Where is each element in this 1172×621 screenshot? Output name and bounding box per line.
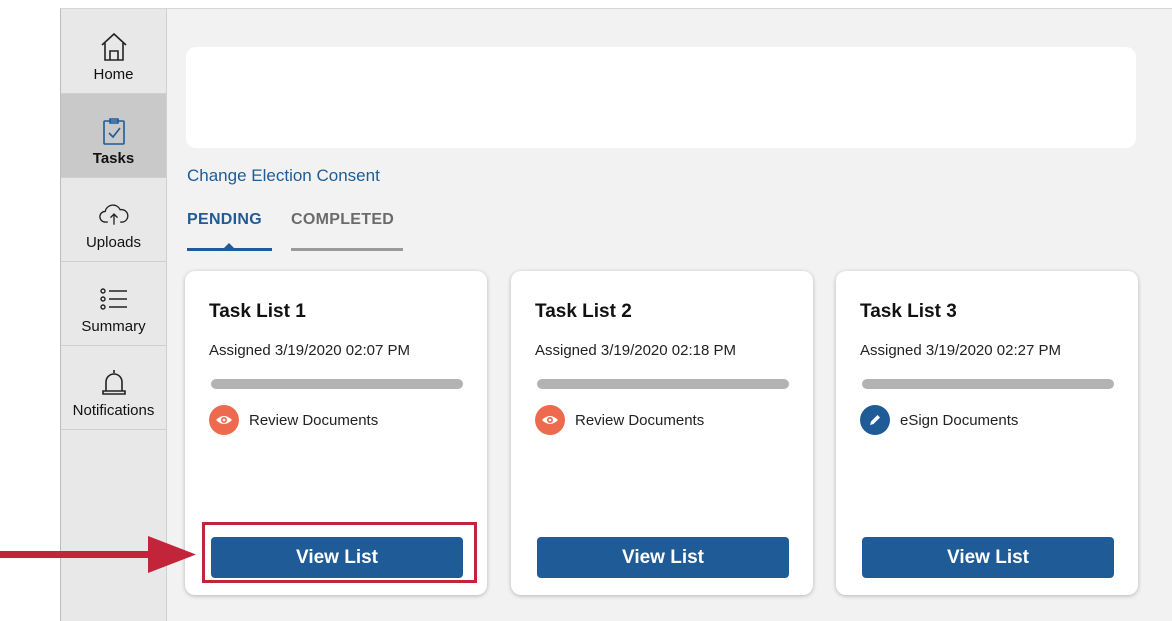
card-title: Task List 2 [535, 301, 632, 322]
progress-bar [862, 379, 1114, 389]
card-title: Task List 1 [209, 301, 306, 322]
active-tab-caret [223, 243, 235, 249]
tab-label: PENDING [187, 211, 262, 228]
sidebar-item-label: Home [93, 66, 134, 83]
eye-icon [535, 405, 565, 435]
progress-bar [211, 379, 463, 389]
task-item: eSign Documents [860, 405, 1018, 435]
tab-label: COMPLETED [291, 211, 395, 228]
sidebar-item-tasks[interactable]: Tasks [61, 94, 166, 178]
card-title: Task List 3 [860, 301, 957, 322]
list-icon [99, 284, 129, 314]
sidebar-item-summary[interactable]: Summary [61, 262, 166, 346]
pointer-arrow-icon [0, 536, 196, 573]
eye-icon [209, 405, 239, 435]
tab-pending[interactable]: PENDING [187, 211, 272, 251]
task-label: Review Documents [249, 411, 379, 429]
task-label: eSign Documents [900, 411, 1019, 429]
sidebar-item-label: Uploads [85, 234, 142, 251]
task-label: Review Documents [575, 411, 705, 429]
sidebar-item-uploads[interactable]: Uploads [61, 178, 166, 262]
sidebar-item-label: Summary [81, 318, 146, 335]
task-item: Review Documents [209, 405, 378, 435]
card-assigned-date: Assigned 3/19/2020 02:27 PM [860, 342, 1061, 359]
card-assigned-date: Assigned 3/19/2020 02:18 PM [535, 342, 736, 359]
pencil-icon [860, 405, 890, 435]
change-election-consent-link[interactable]: Change Election Consent [187, 166, 380, 186]
home-icon [99, 32, 129, 62]
banner-panel [186, 47, 1136, 148]
bell-icon [99, 368, 129, 398]
card-assigned-date: Assigned 3/19/2020 02:07 PM [209, 342, 410, 359]
view-list-button[interactable]: View List [537, 537, 789, 578]
sidebar-item-label: Tasks [92, 150, 135, 167]
sidebar-item-home[interactable]: Home [61, 9, 166, 94]
progress-bar [537, 379, 789, 389]
task-list-card: Task List 3 Assigned 3/19/2020 02:27 PM … [836, 271, 1138, 595]
task-list-card: Task List 2 Assigned 3/19/2020 02:18 PM … [511, 271, 813, 595]
cloud-upload-icon [98, 200, 129, 230]
sidebar-item-notifications[interactable]: Notifications [61, 346, 166, 430]
task-item: Review Documents [535, 405, 704, 435]
sidebar-item-label: Notifications [72, 402, 155, 419]
view-list-button[interactable]: View List [862, 537, 1114, 578]
tab-completed[interactable]: COMPLETED [291, 211, 403, 251]
sidebar: Home Tasks Uploads Summary Notifications [61, 9, 167, 621]
highlight-box [202, 522, 477, 583]
screenshot-stage: Home Tasks Uploads Summary Notifications… [0, 0, 1172, 621]
clipboard-check-icon [99, 116, 129, 146]
